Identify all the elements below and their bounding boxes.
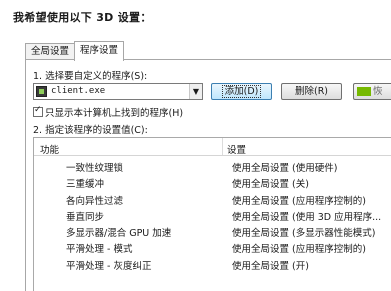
- setting-cell[interactable]: 使用全局设置 (应用程序控制的): [232, 193, 366, 207]
- feature-cell: 三重缓冲: [66, 179, 105, 191]
- settings-table: 功能 设置 一致性纹理锁 使用全局设置 (使用硬件) 三重缓冲 使用全局设置 (关)…: [33, 137, 391, 291]
- table-row[interactable]: 多显示器/混合 GPU 加速 使用全局设置 (多显示器性能模式): [34, 223, 391, 239]
- program-select-value: client.exe: [51, 86, 106, 96]
- table-row[interactable]: 平滑处理 - 模式 使用全局设置 (应用程序控制的): [34, 239, 391, 255]
- chevron-down-icon[interactable]: ▼: [189, 84, 202, 99]
- table-row[interactable]: 一致性纹理锁 使用全局设置 (使用硬件): [34, 158, 391, 174]
- setting-cell[interactable]: 使用全局设置 (关): [232, 176, 309, 190]
- nvidia-logo-icon: [357, 87, 371, 96]
- add-program-button-label: 添加(D): [221, 85, 262, 98]
- checkmark-icon[interactable]: [33, 105, 43, 117]
- table-header: 功能 设置: [34, 138, 391, 156]
- column-header-feature[interactable]: 功能: [40, 142, 59, 156]
- show-found-programs-label: 只显示本计算机上找到的程序(H): [45, 108, 184, 119]
- program-exe-icon: [36, 86, 47, 97]
- setting-cell[interactable]: 使用全局设置 (开): [232, 258, 309, 272]
- table-row[interactable]: 各向异性过滤 使用全局设置 (应用程序控制的): [34, 191, 391, 207]
- table-row[interactable]: 三重缓冲 使用全局设置 (关): [34, 174, 391, 190]
- table-body: 一致性纹理锁 使用全局设置 (使用硬件) 三重缓冲 使用全局设置 (关) 各向异性过…: [34, 158, 391, 272]
- step2-label: 2. 指定该程序的设置值(C):: [33, 125, 148, 136]
- setting-cell[interactable]: 使用全局设置 (应用程序控制的): [232, 241, 366, 255]
- column-divider[interactable]: [222, 138, 223, 155]
- feature-cell: 各向异性过滤: [66, 195, 124, 207]
- feature-cell: 一致性纹理锁: [66, 163, 124, 174]
- program-select[interactable]: client.exe ▼: [33, 83, 203, 100]
- setting-cell[interactable]: 使用全局设置 (使用 3D 应用程序...: [232, 209, 381, 223]
- feature-cell: 平滑处理 - 模式: [66, 244, 133, 256]
- feature-cell: 多显示器/混合 GPU 加速: [66, 228, 172, 240]
- feature-cell: 垂直同步: [66, 211, 105, 223]
- table-row[interactable]: 平滑处理 - 灰度纠正 使用全局设置 (开): [34, 256, 391, 272]
- column-header-setting[interactable]: 设置: [227, 142, 246, 156]
- page-heading: 我希望使用以下 3D 设置：: [13, 11, 152, 24]
- table-row[interactable]: 垂直同步 使用全局设置 (使用 3D 应用程序...: [34, 207, 391, 223]
- restore-button[interactable]: 恢: [353, 83, 391, 100]
- feature-cell: 平滑处理 - 灰度纠正: [66, 260, 152, 272]
- tab-bar: 全局设置 程序设置: [25, 41, 385, 61]
- tab-program-settings[interactable]: 程序设置: [74, 41, 124, 61]
- setting-cell[interactable]: 使用全局设置 (使用硬件): [232, 160, 337, 174]
- remove-program-button[interactable]: 删除(R): [281, 83, 342, 100]
- setting-cell[interactable]: 使用全局设置 (多显示器性能模式): [232, 225, 375, 239]
- add-program-button[interactable]: 添加(D): [211, 83, 272, 100]
- restore-button-label: 恢: [373, 86, 383, 97]
- show-found-programs-option[interactable]: 只显示本计算机上找到的程序(H): [33, 105, 183, 119]
- step1-label: 1. 选择要自定义的程序(S):: [33, 71, 148, 82]
- tab-global-settings[interactable]: 全局设置: [25, 43, 75, 60]
